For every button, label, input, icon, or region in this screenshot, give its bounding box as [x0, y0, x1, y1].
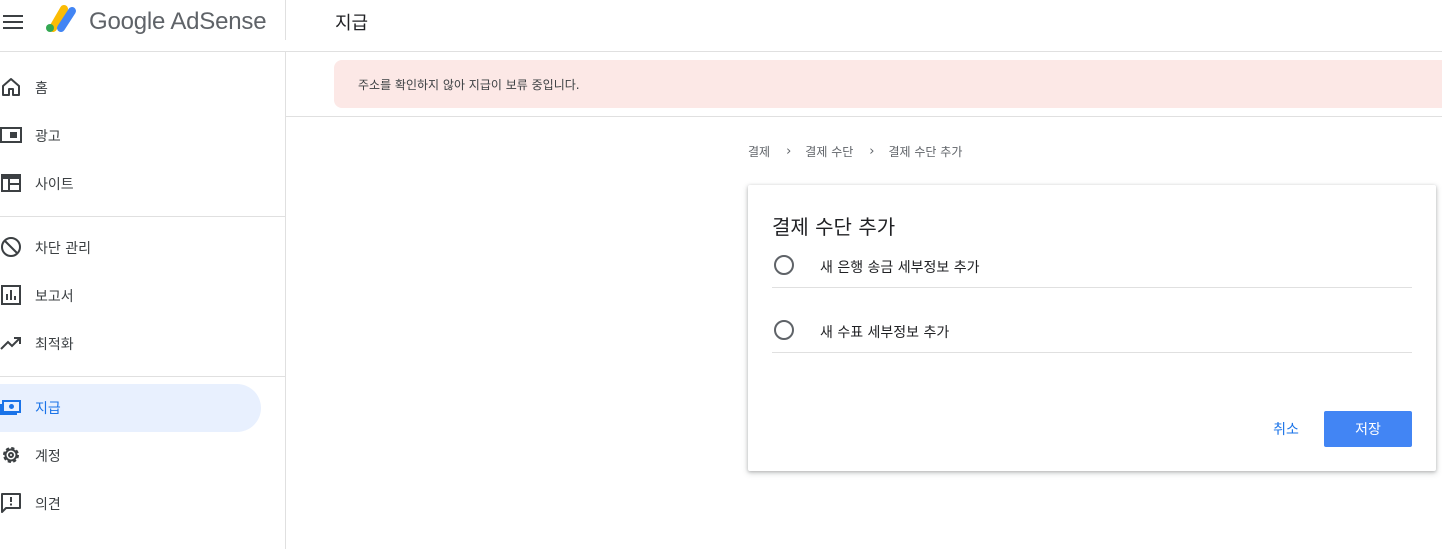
- sidebar-item-label: 의견: [35, 497, 61, 513]
- ads-icon: [0, 127, 22, 143]
- sidebar-item-reports[interactable]: 보고서: [0, 272, 261, 320]
- sidebar-divider: [0, 376, 286, 377]
- block-icon: [1, 237, 21, 257]
- trending-icon: [0, 337, 21, 350]
- sidebar-item-optimization[interactable]: 최적화: [0, 320, 261, 368]
- reports-icon: [1, 285, 21, 305]
- sidebar-item-label: 최적화: [35, 337, 74, 353]
- card-title: 결제 수단 추가: [772, 215, 896, 239]
- sidebar-item-block-controls[interactable]: 차단 관리: [0, 224, 261, 272]
- alert-message: 주소를 확인하지 않아 지급이 보류 중입니다.: [358, 78, 580, 92]
- add-payment-method-card: 결제 수단 추가 새 은행 송금 세부정보 추가 새 수표 세부정보 추가 취소…: [748, 185, 1436, 471]
- menu-button[interactable]: [0, 9, 26, 35]
- sidebar-item-account[interactable]: 계정: [0, 432, 261, 480]
- breadcrumb-item-payments[interactable]: 결제: [748, 143, 770, 160]
- feedback-icon: [1, 493, 21, 513]
- gear-icon: [3, 447, 19, 463]
- sidebar-item-ads[interactable]: 광고: [0, 112, 261, 160]
- top-app-bar: Google AdSense 지급: [0, 0, 1442, 52]
- sidebar-item-label: 보고서: [35, 289, 74, 305]
- option-divider: [772, 287, 1412, 288]
- sidebar-item-label: 차단 관리: [35, 241, 91, 257]
- sidebar-item-label: 광고: [35, 129, 61, 145]
- option-divider: [772, 352, 1412, 353]
- breadcrumb-item-payment-methods[interactable]: 결제 수단: [805, 143, 853, 160]
- sidebar-item-label: 지급: [35, 401, 61, 417]
- option-bank-transfer[interactable]: 새 은행 송금 세부정보 추가: [772, 255, 1412, 319]
- main-divider: [286, 116, 1442, 117]
- home-icon: [2, 78, 20, 96]
- sidebar: 홈 광고 사이트 차단 관리 보고서 최적화 지급 계정 의견: [0, 52, 286, 549]
- brand-name[interactable]: Google AdSense: [89, 8, 267, 36]
- payments-icon: [0, 400, 21, 415]
- radio-button[interactable]: [774, 255, 794, 275]
- chevron-right-icon: ›: [786, 144, 792, 159]
- sidebar-item-sites[interactable]: 사이트: [0, 160, 261, 208]
- breadcrumb-item-current: 결제 수단 추가: [888, 145, 963, 159]
- sidebar-item-label: 사이트: [35, 177, 74, 193]
- cancel-button[interactable]: 취소: [1260, 411, 1312, 447]
- sidebar-divider: [0, 216, 286, 217]
- option-label: 새 은행 송금 세부정보 추가: [820, 260, 980, 276]
- sites-icon: [1, 174, 21, 192]
- sidebar-item-label: 계정: [35, 449, 61, 465]
- breadcrumb: 결제 › 결제 수단 › 결제 수단 추가: [748, 143, 962, 160]
- sidebar-item-feedback[interactable]: 의견: [0, 480, 261, 528]
- option-check[interactable]: 새 수표 세부정보 추가: [772, 320, 1412, 384]
- payment-hold-alert: 주소를 확인하지 않아 지급이 보류 중입니다.: [334, 60, 1442, 108]
- chevron-right-icon: ›: [869, 144, 875, 159]
- menu-icon: [3, 15, 23, 29]
- option-label: 새 수표 세부정보 추가: [820, 325, 950, 341]
- sidebar-item-label: 홈: [35, 81, 48, 97]
- adsense-logo-icon[interactable]: [44, 4, 78, 34]
- sidebar-item-home[interactable]: 홈: [0, 64, 261, 112]
- sidebar-item-payments[interactable]: 지급: [0, 384, 261, 432]
- header-divider: [285, 0, 286, 40]
- page-title: 지급: [335, 13, 369, 34]
- save-button[interactable]: 저장: [1324, 411, 1412, 447]
- radio-button[interactable]: [774, 320, 794, 340]
